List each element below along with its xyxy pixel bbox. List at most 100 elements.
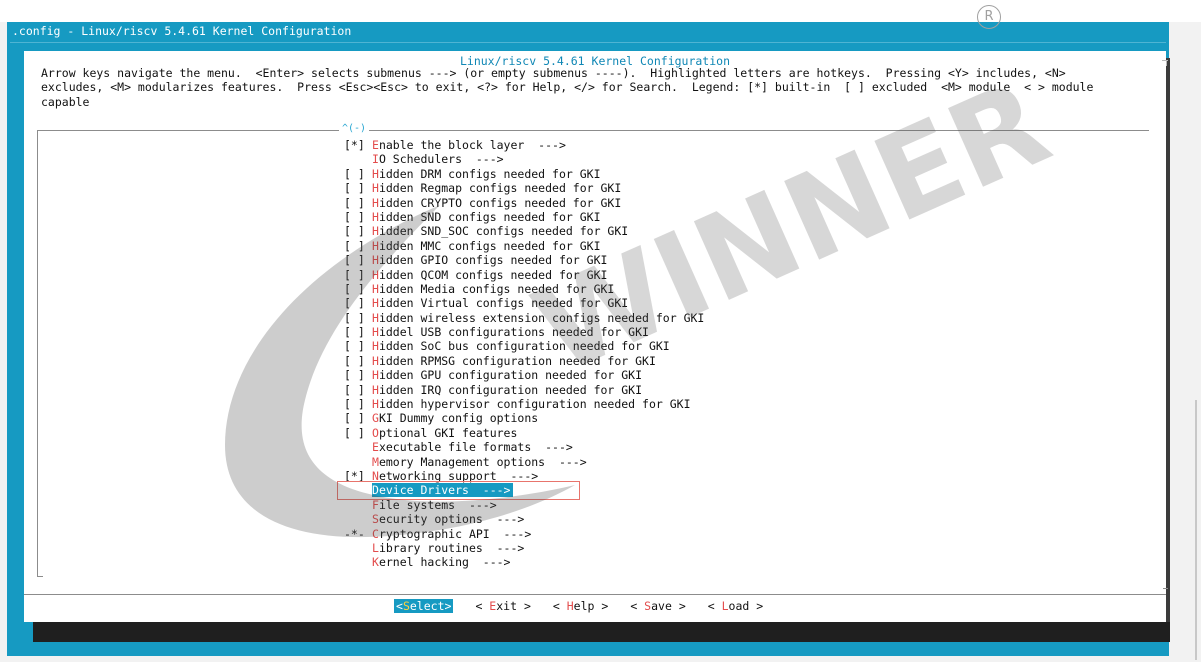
menu-item[interactable]: Security options ---> [344,512,704,526]
menu-item-hotkey: H [372,353,379,368]
menu-item-label: Hidden GPU configuration needed for GKI [372,368,642,382]
load-button[interactable]: < Load > [708,599,763,613]
menu-item-state: [ ] [344,281,365,296]
menu-item-text: ernel hacking ---> [378,555,511,570]
menu-item-text: idden hypervisor configuration needed fo… [378,397,691,412]
button-hotkey: H [566,599,574,613]
menu-item[interactable]: Executable file formats ---> [344,440,704,454]
menu-item[interactable]: [ ] Hidden QCOM configs needed for GKI [344,268,704,282]
menu-item-text: ryptographic API ---> [378,526,532,541]
menu-item[interactable]: [ ] Hidden MMC configs needed for GKI [344,239,704,253]
menu-item[interactable]: [ ] Hidden GPU configuration needed for G… [344,368,704,382]
menu-item-label: Hidden wireless extension configs needed… [372,311,704,325]
menu-list: [*] Enable the block layer ---> IO Schedul… [344,138,704,570]
page-margin-top [0,0,1201,22]
menu-item-text: idden MMC configs needed for GKI [378,238,601,253]
button-close: > [517,599,531,613]
menu-item-text: idden DRM configs needed for GKI [378,166,601,181]
menu-item[interactable]: Kernel hacking ---> [344,555,704,569]
menu-item-hotkey: H [372,267,379,282]
menu-item[interactable]: IO Schedulers ---> [344,152,704,166]
menu-item-text: ecurity options ---> [378,512,525,527]
menu-item-label: Hidden Virtual configs needed for GKI [372,296,628,310]
button-close: > [594,599,609,613]
menu-item-text: idden Virtual configs needed for GKI [378,296,629,311]
menu-item-state: -*- [344,526,365,541]
help-button[interactable]: < Help > [553,599,608,613]
button-close: > [671,599,686,613]
exit-button[interactable]: < Exit > [475,599,530,613]
button-rest: xit [496,599,518,613]
dialog-corner-side [1166,60,1167,66]
menu-item-hotkey: H [372,325,379,340]
menu-item-hotkey: H [372,296,379,311]
menu-item[interactable]: [ ] Hidden hypervisor configuration neede… [344,397,704,411]
menu-item[interactable]: [ ] Hidden wireless extension configs nee… [344,311,704,325]
menu-item-state: [ ] [344,397,365,412]
menu-item-state: [ ] [344,238,365,253]
menu-item-hotkey: H [372,397,379,412]
menu-item[interactable]: -*- Cryptographic API ---> [344,527,704,541]
save-button[interactable]: < Save > [630,599,685,613]
menu-item-hotkey: O [372,425,379,440]
menu-item-hotkey: H [372,368,379,383]
menu-item-label: Memory Management options ---> [372,455,587,469]
menu-item-text: ibrary routines ---> [378,540,525,555]
menu-box-left-border [37,130,38,577]
menu-item[interactable]: Library routines ---> [344,541,704,555]
menu-item-state: [ ] [344,339,365,354]
menu-item-hotkey: C [372,526,379,541]
button-hotkey: S [402,599,410,613]
menu-item[interactable]: [ ] Hidden Media configs needed for GKI [344,282,704,296]
menu-item[interactable]: [ ] Hidden Virtual configs needed for GKI [344,296,704,310]
button-rest: oad [728,599,750,613]
menu-item[interactable]: [ ] Hidden SND configs needed for GKI [344,210,704,224]
menu-item-text: idden Media configs needed for GKI [378,281,615,296]
menu-item-hotkey: H [372,310,379,325]
menu-item-hotkey: E [372,440,379,455]
menu-item-label: Executable file formats ---> [372,440,573,454]
menu-item-state: [ ] [344,310,365,325]
menu-item-text: idden SoC bus configuration needed for G… [378,339,670,354]
menu-box-top-border [37,130,1149,131]
menu-item-state: [ ] [344,382,365,397]
menu-item[interactable]: [ ] Hidden IRQ configuration needed for G… [344,383,704,397]
menu-item-label: IO Schedulers ---> [372,152,504,166]
dialog-corner-top [1162,60,1168,61]
menu-item-hotkey: H [372,382,379,397]
button-bar-divider [24,594,1166,595]
menu-item-label: Hiddel USB configurations needed for GKI [372,325,649,339]
menu-item-text: ptional GKI features [378,425,518,440]
menu-item[interactable]: [ ] Hidden CRYPTO configs needed for GKI [344,196,704,210]
menu-item[interactable]: [ ] Hidden SoC bus configuration needed f… [344,339,704,353]
menu-item[interactable]: [ ] Hiddel USB configurations needed for … [344,325,704,339]
menu-item-hotkey: H [372,238,379,253]
menu-item-label: Hidden SND configs needed for GKI [372,210,601,224]
menu-item-label: Security options ---> [372,512,524,526]
button-rest: ave [651,599,672,613]
menu-item-text: iddel USB configurations needed for GKI [378,325,649,340]
menu-item[interactable]: [ ] Hidden Regmap configs needed for GKI [344,181,704,195]
menu-item-label: Hidden hypervisor configuration needed f… [372,397,691,411]
menu-item-text: emory Management options ---> [378,454,587,469]
dialog-right-tick [1163,588,1168,589]
menu-item[interactable]: [ ] Hidden RPMSG configuration needed for… [344,354,704,368]
menu-item-label: Hidden GPIO configs needed for GKI [372,253,607,267]
menu-item-hotkey: H [372,195,379,210]
menu-item[interactable]: Memory Management options ---> [344,455,704,469]
menu-item[interactable]: [ ] Optional GKI features [344,426,704,440]
button-close: > [749,599,764,613]
menu-item-hotkey: H [372,181,379,196]
menu-item[interactable]: [ ] Hidden DRM configs needed for GKI [344,167,704,181]
menu-item-hotkey: S [372,512,379,527]
menu-item-label: Hidden SND_SOC configs needed for GKI [372,224,628,238]
menu-item[interactable]: [*] Enable the block layer ---> [344,138,704,152]
menu-item-hotkey: H [372,166,379,181]
menu-item[interactable]: [ ] Hidden GPIO configs needed for GKI [344,253,704,267]
menu-item-text: xecutable file formats ---> [378,440,573,455]
menu-item-text: idden wireless extension configs needed … [378,310,705,325]
menu-item-label: Optional GKI features [372,426,517,440]
menu-item[interactable]: [ ] Hidden SND_SOC configs needed for GKI [344,224,704,238]
select-button[interactable]: <Select> [394,599,454,613]
menu-item[interactable]: [ ] GKI Dummy config options [344,411,704,425]
